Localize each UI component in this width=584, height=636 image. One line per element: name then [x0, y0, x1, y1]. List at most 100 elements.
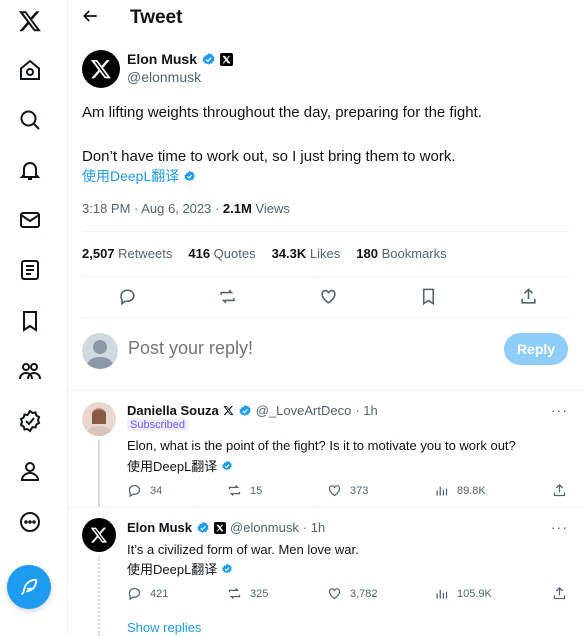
home-icon[interactable] [15, 55, 45, 85]
reply-icon[interactable] [118, 287, 137, 306]
reply-avatar[interactable] [82, 402, 116, 436]
sidebar-nav [0, 0, 68, 636]
reply-author-name[interactable]: Elon Musk [127, 520, 192, 535]
bookmarks-icon[interactable] [15, 306, 45, 336]
translate-label[interactable]: 使用DeepL翻译 [127, 456, 217, 475]
reply-time[interactable]: · 1h [303, 520, 325, 535]
retweet-count: 325 [250, 587, 269, 600]
reply-author-handle[interactable]: @_LoveArtDeco [256, 403, 352, 418]
current-user-avatar[interactable] [82, 333, 118, 369]
affiliate-x-icon [223, 406, 234, 416]
share-icon [553, 586, 566, 600]
author-name-row[interactable]: Elon Musk [127, 51, 234, 67]
quotes-stat[interactable]: 416 Quotes [188, 246, 255, 261]
retweets-stat[interactable]: 2,507 Retweets [82, 246, 172, 261]
search-icon[interactable] [15, 105, 45, 135]
subscribed-badge: Subscribed [127, 419, 189, 431]
views-label: Views [251, 201, 290, 216]
x-logo-icon[interactable] [15, 6, 45, 36]
reply-header: Elon Musk @elonmusk · 1h [127, 520, 325, 535]
like-heart-icon [328, 485, 341, 497]
reply-input[interactable] [128, 338, 428, 359]
reply-author-handle[interactable]: @elonmusk [230, 520, 299, 535]
views-chart-icon [436, 486, 448, 496]
reply-actions: 421 325 3,782 105.9K [127, 586, 567, 602]
divider [68, 507, 584, 508]
reply-time[interactable]: · 1h [355, 403, 377, 418]
share-action[interactable] [552, 483, 567, 498]
reply-action[interactable]: 421 [127, 586, 168, 601]
thread-line [98, 440, 100, 508]
likes-stat[interactable]: 34.3K Likes [272, 246, 341, 261]
like-action[interactable]: 373 [327, 483, 368, 498]
reply-author-name[interactable]: Daniella Souza [127, 403, 219, 418]
tweet-meta: 3:18 PM · Aug 6, 2023 · 2.1M Views [82, 201, 290, 216]
verified-check-icon [239, 404, 251, 416]
like-action[interactable]: 3,782 [327, 586, 378, 601]
main-column: Tweet Elon Musk @elonmusk Am lifting wei… [68, 0, 584, 636]
retweet-action[interactable]: 15 [227, 483, 262, 498]
divider [82, 317, 570, 318]
retweet-icon [228, 485, 241, 496]
like-count: 373 [350, 484, 369, 497]
views-action[interactable]: 105.9K [434, 586, 492, 601]
more-dots-icon[interactable]: ··· [551, 402, 568, 418]
tweet-actions [118, 287, 538, 306]
reply-actions: 34 15 373 89.8K [127, 483, 567, 499]
reply-button[interactable]: Reply [504, 333, 568, 365]
reply-count: 421 [150, 587, 169, 600]
translate-link[interactable]: 使用DeepL翻译 [82, 166, 562, 186]
tweet-timestamp[interactable]: 3:18 PM · Aug 6, 2023 · [82, 201, 223, 216]
translate-badge-icon [184, 170, 195, 181]
more-dots-icon[interactable]: ··· [551, 519, 568, 535]
affiliate-x-badge-icon [214, 521, 227, 534]
author-handle[interactable]: @elonmusk [127, 69, 201, 85]
feather-icon [21, 578, 38, 595]
view-count: 105.9K [457, 587, 492, 600]
bookmarks-stat[interactable]: 180 Bookmarks [356, 246, 446, 261]
compose-post-button[interactable] [7, 565, 51, 609]
views-count: 2.1M [222, 201, 252, 216]
like-heart-icon [328, 588, 341, 600]
divider [82, 276, 570, 277]
tweet-text-line2: Don’t have time to work out, so I just b… [82, 148, 456, 165]
translate-badge-icon [222, 460, 233, 470]
share-icon [553, 483, 566, 497]
messages-mail-icon[interactable] [15, 205, 45, 235]
share-action[interactable] [552, 586, 567, 601]
translate-label[interactable]: 使用DeepL翻译 [82, 166, 179, 186]
notifications-bell-icon[interactable] [15, 155, 45, 185]
reply-avatar[interactable] [82, 518, 116, 552]
reply-count: 34 [150, 484, 163, 497]
retweet-icon [228, 588, 241, 599]
view-count: 89.8K [457, 484, 486, 497]
more-options-icon[interactable] [15, 507, 45, 537]
communities-icon[interactable] [15, 356, 45, 386]
retweet-count: 15 [250, 484, 263, 497]
back-arrow-icon[interactable] [80, 6, 104, 30]
show-replies-link[interactable]: Show replies [127, 620, 201, 635]
profile-icon[interactable] [15, 456, 45, 486]
affiliate-x-badge-icon [220, 52, 234, 66]
views-chart-icon [436, 589, 448, 599]
retweet-action[interactable]: 325 [227, 586, 268, 601]
views-action[interactable]: 89.8K [434, 483, 486, 498]
reply-header: Daniella Souza @_LoveArtDeco · 1h [127, 403, 378, 418]
verified-check-icon [197, 521, 209, 533]
like-count: 3,782 [350, 587, 378, 600]
verified-badge-icon[interactable] [15, 406, 45, 436]
translate-link[interactable]: 使用DeepL翻译 [127, 456, 567, 475]
reply-action[interactable]: 34 [127, 483, 162, 498]
retweet-icon[interactable] [218, 287, 237, 306]
reply-icon [128, 484, 141, 498]
translate-link[interactable]: 使用DeepL翻译 [127, 559, 567, 578]
reply-text: Elon, what is the point of the fight? Is… [127, 438, 516, 453]
translate-label[interactable]: 使用DeepL翻译 [127, 559, 217, 578]
bookmark-icon[interactable] [419, 287, 438, 306]
like-heart-icon[interactable] [319, 287, 338, 306]
author-avatar[interactable] [82, 50, 120, 88]
reply-text: It’s a civilized form of war. Men love w… [127, 542, 359, 557]
author-name[interactable]: Elon Musk [127, 51, 197, 67]
lists-icon[interactable] [15, 255, 45, 285]
share-icon[interactable] [519, 287, 538, 306]
